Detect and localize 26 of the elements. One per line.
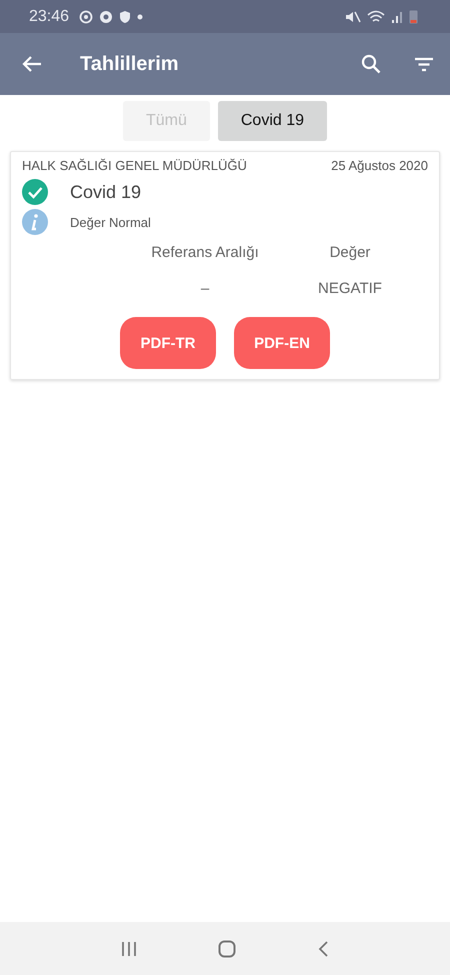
status-time: 23:46 <box>29 8 70 26</box>
result-note: Değer Normal <box>70 214 151 230</box>
column-header: Referans Aralığı <box>150 244 260 261</box>
institution-name: HALK SAĞLIĞI GENEL MÜDÜRLÜĞÜ <box>22 158 247 173</box>
search-icon[interactable] <box>361 54 381 74</box>
wifi-icon <box>367 10 385 24</box>
table-cell-text: – <box>200 280 210 297</box>
result-date: 25 Ağustos 2020 <box>331 158 428 173</box>
page-title: Tahlillerim <box>80 52 179 76</box>
shield-icon <box>119 10 132 24</box>
filter-tab[interactable]: Covid 19 <box>218 101 328 141</box>
home-icon[interactable] <box>218 940 236 958</box>
pdf-button[interactable]: PDF-TR <box>120 317 216 369</box>
recent-apps-icon[interactable] <box>120 940 137 956</box>
filter-icon[interactable] <box>414 56 434 72</box>
table-cell-text: NEGATIF <box>317 280 383 297</box>
dot-icon <box>137 14 144 20</box>
pdf-button[interactable]: PDF-EN <box>234 317 330 369</box>
column-header: Değer <box>328 244 372 261</box>
mute-icon <box>345 10 361 24</box>
test-name: Covid 19 <box>70 182 142 202</box>
battery-icon <box>409 9 418 24</box>
back-icon[interactable] <box>317 940 330 958</box>
info-icon <box>22 209 48 235</box>
signal-icon <box>391 10 403 24</box>
back-arrow-icon[interactable] <box>22 55 42 73</box>
